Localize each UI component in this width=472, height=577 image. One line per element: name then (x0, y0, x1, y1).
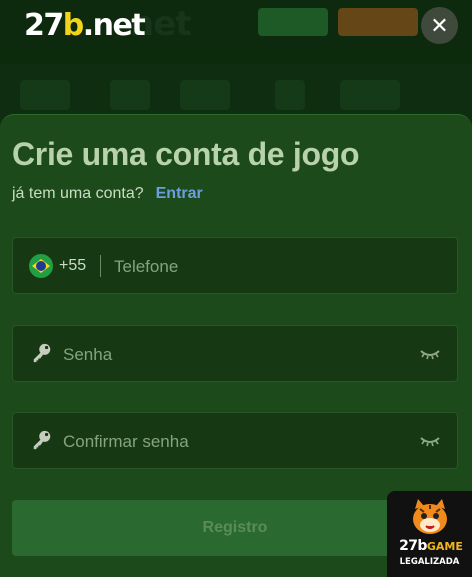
brazil-flag-icon[interactable] (29, 254, 53, 278)
eye-closed-icon[interactable] (419, 433, 441, 449)
background-nav-item (340, 80, 400, 110)
key-icon (33, 430, 51, 450)
close-icon: ✕ (430, 13, 449, 38)
dial-code[interactable]: +55 (59, 257, 86, 275)
password-field[interactable] (12, 325, 458, 383)
confirm-password-field[interactable] (12, 412, 458, 470)
tiger-mascot-icon (413, 499, 447, 534)
confirm-password-input[interactable] (63, 413, 403, 470)
password-input[interactable] (63, 326, 403, 383)
background-nav-item (110, 80, 150, 110)
phone-field[interactable]: +55 (12, 237, 458, 295)
badge-brand-number: 27b (399, 538, 427, 554)
logo-accent: b (62, 8, 84, 43)
login-prompt-row: já tem uma conta? Entrar (12, 185, 203, 203)
logo-suffix: .net (82, 8, 146, 43)
badge-subtitle: LEGALIZADA (399, 557, 460, 567)
background-register-button (338, 8, 418, 36)
phone-input[interactable] (114, 238, 444, 295)
key-icon (33, 343, 51, 363)
background-nav-item (20, 80, 70, 110)
field-divider (100, 255, 101, 277)
badge-brand: 27bGAME (392, 538, 470, 554)
background-nav-item (180, 80, 230, 110)
background-nav-item (275, 80, 305, 110)
legal-badge[interactable]: 27bGAME LEGALIZADA (387, 491, 472, 577)
badge-brand-word: GAME (426, 540, 463, 553)
logo-number: 27 (24, 8, 64, 43)
background-login-button (258, 8, 328, 36)
form-title: Crie uma conta de jogo (12, 136, 360, 172)
eye-closed-icon[interactable] (419, 346, 441, 362)
close-button[interactable]: ✕ (421, 7, 458, 44)
login-link[interactable]: Entrar (156, 185, 203, 202)
site-logo[interactable]: 27b.net (24, 6, 146, 46)
login-prompt: já tem uma conta? (12, 185, 144, 202)
